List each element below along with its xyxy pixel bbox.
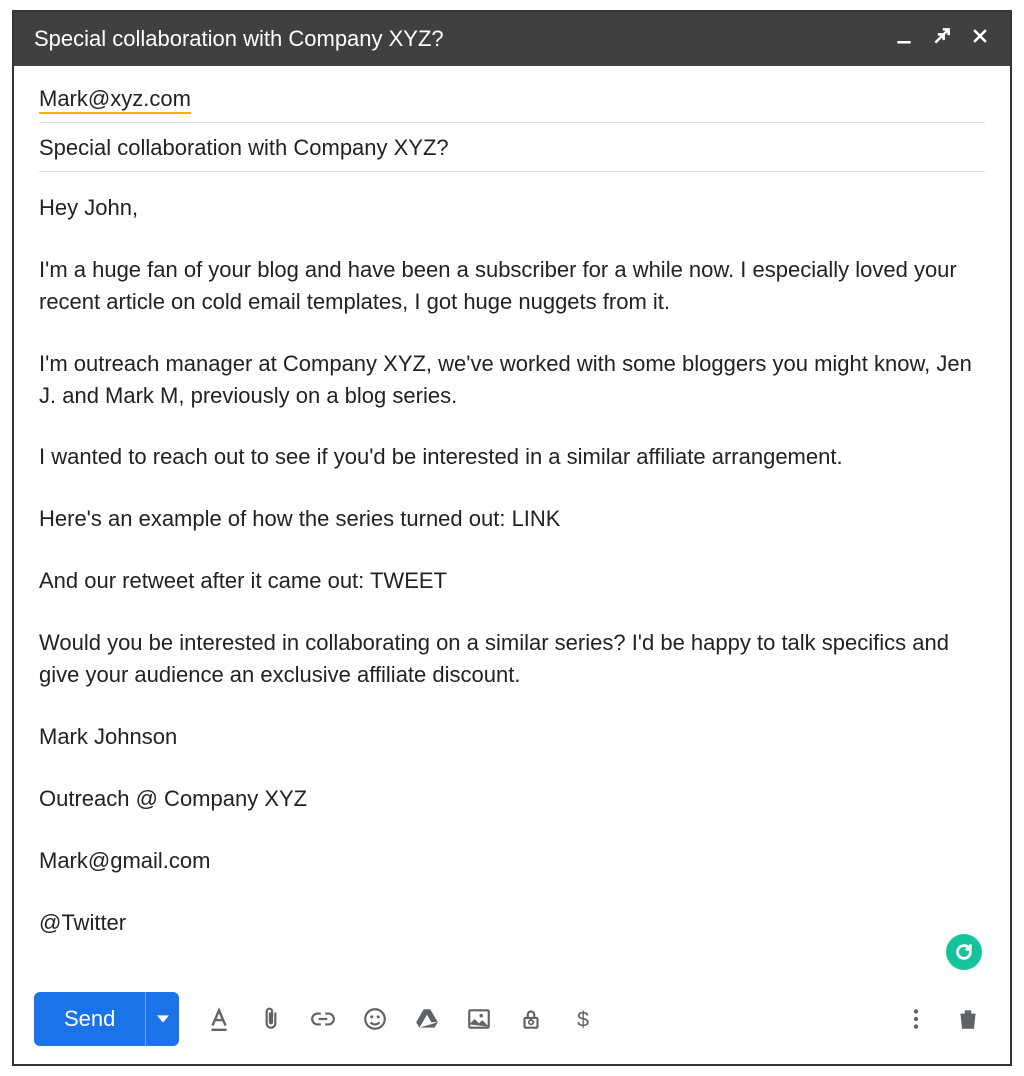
money-icon[interactable]: $ [561,997,605,1041]
compose-window: Special collaboration with Company XYZ? … [12,10,1012,1066]
compose-header: Special collaboration with Company XYZ? [14,12,1010,66]
body-p2: I'm outreach manager at Company XYZ, we'… [39,348,985,412]
send-button[interactable]: Send [34,992,145,1046]
sig-role: Outreach @ Company XYZ [39,783,985,815]
emoji-icon[interactable] [353,997,397,1041]
minimize-icon[interactable] [894,26,914,52]
header-fields: Mark@xyz.com Special collaboration with … [14,66,1010,172]
body-p3: I wanted to reach out to see if you'd be… [39,441,985,473]
subject-value[interactable]: Special collaboration with Company XYZ? [39,135,449,160]
sig-email: Mark@gmail.com [39,845,985,877]
window-controls [894,26,990,52]
send-more-button[interactable] [145,992,179,1046]
to-value[interactable]: Mark@xyz.com [39,86,191,114]
message-body[interactable]: Hey John, I'm a huge fan of your blog an… [14,172,1010,978]
close-icon[interactable] [970,26,990,52]
send-group: Send [34,992,179,1046]
drive-icon[interactable] [405,997,449,1041]
confidential-icon[interactable] [509,997,553,1041]
format-icon[interactable] [197,997,241,1041]
compose-toolbar: Send $ [14,978,1010,1064]
svg-text:$: $ [577,1007,589,1032]
subject-field[interactable]: Special collaboration with Company XYZ? [39,123,985,172]
image-icon[interactable] [457,997,501,1041]
trash-icon[interactable] [946,997,990,1041]
body-p1: I'm a huge fan of your blog and have bee… [39,254,985,318]
sig-name: Mark Johnson [39,721,985,753]
body-greeting: Hey John, [39,192,985,224]
grammarly-icon[interactable] [946,934,982,970]
body-p4: Here's an example of how the series turn… [39,503,985,535]
more-icon[interactable] [894,997,938,1041]
to-field[interactable]: Mark@xyz.com [39,74,985,123]
link-icon[interactable] [301,997,345,1041]
body-p6: Would you be interested in collaborating… [39,627,985,691]
expand-icon[interactable] [932,26,952,52]
sig-twitter: @Twitter [39,907,985,939]
attach-icon[interactable] [249,997,293,1041]
body-p5: And our retweet after it came out: TWEET [39,565,985,597]
compose-title: Special collaboration with Company XYZ? [34,26,894,52]
